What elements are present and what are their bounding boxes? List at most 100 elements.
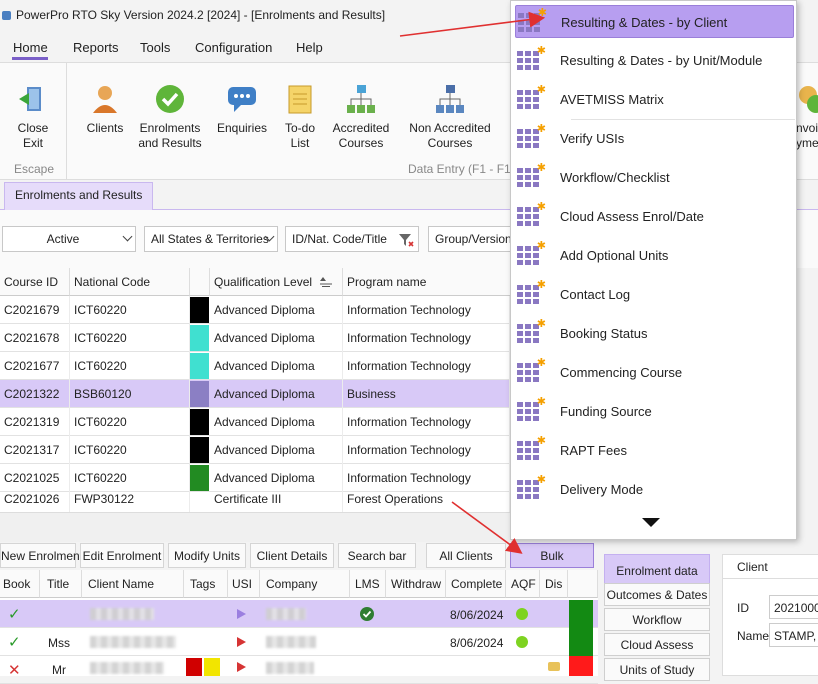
dropdown-item[interactable]: ✱ Verify USIs [515,122,794,155]
menu-configuration[interactable]: Configuration [195,40,272,55]
course-color-swatch [190,409,209,435]
col-withdraw[interactable]: Withdraw [386,570,446,598]
status-filter-select[interactable]: Active [2,226,136,252]
qualification-level-cell: Advanced Diploma [210,436,343,464]
national-code-cell: ICT60220 [70,464,190,492]
outcomes-dates-button[interactable]: Outcomes & Dates [604,583,710,606]
dropdown-item[interactable]: ✱ Resulting & Dates - by Unit/Module [515,44,794,77]
dropdown-item-label: AVETMISS Matrix [560,92,664,107]
units-of-study-button[interactable]: Units of Study [604,658,710,681]
code-search-input[interactable]: ID/Nat. Code/Title [285,226,419,252]
workflow-button[interactable]: Workflow [604,608,710,631]
table-row[interactable]: C2021026 FWP30122 Certificate III Forest Op… [0,492,510,512]
col-status[interactable] [568,570,598,598]
col-color[interactable] [190,268,210,296]
dropdown-item[interactable]: ✱ Commencing Course [515,356,794,389]
scroll-down-arrow-icon[interactable] [642,518,660,527]
dropdown-item[interactable]: ✱ AVETMISS Matrix [515,83,794,116]
table-row[interactable]: C2021317 ICT60220 Advanced Diploma Informat… [0,436,510,464]
table-row[interactable]: ✓ 8/06/2024 [0,600,598,628]
dropdown-item[interactable]: ✱ Booking Status [515,317,794,350]
col-complete[interactable]: Complete [446,570,506,598]
national-code-cell: BSB60120 [70,380,190,408]
edit-enrolment-button[interactable]: Edit Enrolment [80,543,164,568]
national-code-cell: ICT60220 [70,296,190,324]
col-client-name[interactable]: Client Name [82,570,184,598]
hierarchy-icon [345,83,377,115]
modify-units-button[interactable]: Modify Units [168,543,246,568]
org-chart-icon [434,83,466,115]
group-version-select[interactable]: Group/Version [428,226,512,252]
col-course-id[interactable]: Course ID [0,268,70,296]
table-row[interactable]: C2021319 ICT60220 Advanced Diploma Informat… [0,408,510,436]
dropdown-item[interactable]: ✱ Contact Log [515,278,794,311]
course-grid: Course ID National Code Qualification Le… [0,268,510,512]
company-redacted [266,662,314,674]
dropdown-item[interactable]: ✱ Cloud Assess Enrol/Date [515,200,794,233]
col-company[interactable]: Company [260,570,350,598]
bulk-button[interactable]: Bulk [510,543,594,568]
state-filter-select[interactable]: All States & Territories [144,226,278,252]
table-row[interactable]: ✓ Mss 8/06/2024 [0,628,598,656]
national-code-cell: ICT60220 [70,324,190,352]
window-title: PowerPro RTO Sky Version 2024.2 [2024] -… [16,8,386,22]
client-panel: Client ID 2021000 Name STAMP, T [722,554,818,676]
col-book[interactable]: Book [0,570,40,598]
table-row[interactable]: C2021322 BSB60120 Advanced Diploma Business [0,380,510,408]
name-label: Name [737,629,770,643]
checkmark-circle-icon [154,83,186,115]
table-row[interactable]: C2021025 ICT60220 Advanced Diploma Informat… [0,464,510,492]
invoice-payment-button[interactable]: nvoic yme [796,83,818,151]
dropdown-item[interactable]: ✱ Funding Source [515,395,794,428]
filter-clear-icon[interactable] [398,232,414,248]
cloud-assess-button[interactable]: Cloud Assess [604,633,710,656]
enquiries-button[interactable]: Enquiries [214,83,270,136]
course-id-cell: C2021677 [0,352,70,380]
client-name-field[interactable]: STAMP, T [769,623,818,647]
dropdown-item[interactable]: ✱ Resulting & Dates - by Client [515,5,794,38]
menu-tools[interactable]: Tools [140,40,170,55]
client-name-redacted [90,636,176,648]
table-row[interactable]: C2021679 ICT60220 Advanced Diploma Informat… [0,296,510,324]
all-clients-button[interactable]: All Clients [426,543,506,568]
table-row[interactable]: ✕ Mr [0,656,598,684]
non-accredited-courses-button[interactable]: Non Accredited Courses [404,83,496,151]
dropdown-item[interactable]: ✱ Delivery Mode [515,473,794,506]
todo-list-button[interactable]: To-do List [280,83,320,151]
new-enrolment-button[interactable]: New Enrolment [0,543,83,568]
notepad-icon [284,83,316,115]
dropdown-item[interactable]: ✱ Workflow/Checklist [515,161,794,194]
course-color-swatch [190,353,209,379]
close-exit-button[interactable]: Close Exit [12,83,54,151]
col-qualification-level[interactable]: Qualification Level [210,268,343,296]
enrolments-results-button[interactable]: Enrolments and Results [136,83,204,151]
client-id-field[interactable]: 2021000 [769,595,818,619]
enrolment-data-button[interactable]: Enrolment data [604,554,710,584]
search-bar-button[interactable]: Search bar [338,543,416,568]
col-usi[interactable]: USI [228,570,260,598]
program-name-cell: Information Technology [343,296,510,324]
clients-button[interactable]: Clients [82,83,128,136]
dropdown-item-label: Resulting & Dates - by Unit/Module [560,53,763,68]
menu-home[interactable]: Home [13,40,48,55]
tab-enrolments-results[interactable]: Enrolments and Results [4,182,154,210]
col-dis[interactable]: Dis [540,570,568,598]
dropdown-item[interactable]: ✱ Add Optional Units [515,239,794,272]
table-row[interactable]: C2021677 ICT60220 Advanced Diploma Informat… [0,352,510,380]
col-national-code[interactable]: National Code [70,268,190,296]
accredited-courses-button[interactable]: Accredited Courses [330,83,392,151]
col-program-name[interactable]: Program name [343,268,510,296]
ribbon-group-data-entry: Data Entry (F1 - F11 [408,162,517,176]
menu-help[interactable]: Help [296,40,323,55]
menu-reports[interactable]: Reports [73,40,119,55]
grid-star-icon: ✱ [517,396,546,423]
client-details-button[interactable]: Client Details [250,543,334,568]
dropdown-item[interactable]: ✱ RAPT Fees [515,434,794,467]
program-name-cell: Information Technology [343,352,510,380]
col-title[interactable]: Title [40,570,82,598]
col-lms[interactable]: LMS [350,570,386,598]
course-color-swatch [190,297,209,323]
table-row[interactable]: C2021678 ICT60220 Advanced Diploma Informat… [0,324,510,352]
col-aqf[interactable]: AQF [506,570,540,598]
col-tags[interactable]: Tags [184,570,228,598]
